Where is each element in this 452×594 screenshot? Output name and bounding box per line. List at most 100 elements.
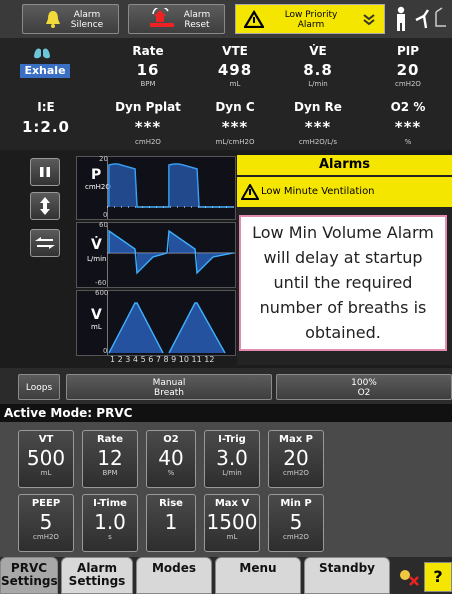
rate-value: 16 <box>136 61 160 79</box>
dyn-pplat-label: Dyn Pplat <box>115 100 181 114</box>
x-tick: 9 <box>171 355 177 364</box>
setting-max-p-label: Max P <box>279 434 313 445</box>
dyn-c-unit: mL/cmH2O <box>215 138 255 146</box>
x-tick: 6 <box>148 355 154 364</box>
setting-peep-unit: cmH2O <box>33 533 59 541</box>
tab-modes[interactable]: Modes <box>136 557 212 594</box>
setting-rate-label: Rate <box>96 434 123 445</box>
dyn-pplat-unit: cmH2O <box>135 138 161 146</box>
ie-value: 1:2.0 <box>21 118 70 136</box>
tab-menu[interactable]: Menu <box>215 557 301 594</box>
setting-o2-unit: % <box>167 469 175 477</box>
setting-i-time-value: 1.0 <box>94 510 126 534</box>
flow-ymin: -60 <box>95 279 107 287</box>
double-chevron-down-icon <box>363 14 375 26</box>
pressure-symbol: P <box>91 167 102 183</box>
x-tick: 12 <box>204 355 215 364</box>
active-alarm-text: Low Minute Ventilation <box>261 186 375 197</box>
low-priority-alarm-banner[interactable]: Low Priority Alarm <box>235 4 385 34</box>
scale-horizontal-button[interactable] <box>30 229 60 257</box>
setting-min-p-value: 5 <box>289 510 303 534</box>
setting-peep-value: 5 <box>39 510 53 534</box>
volume-trace <box>107 291 226 355</box>
pip-unit: cmH2O <box>395 80 421 88</box>
o2-boost-button[interactable]: 100% O2 <box>276 374 452 400</box>
setting-min-p-unit: cmH2O <box>283 533 309 541</box>
setting-max-p[interactable]: Max P 20 cmH2O <box>268 430 324 488</box>
patient-icon <box>397 6 405 31</box>
tab-prvc-settings[interactable]: PRVC Settings <box>0 557 58 594</box>
vte-unit: mL <box>229 80 241 88</box>
setting-max-v[interactable]: Max V 1500 mL <box>204 494 260 552</box>
x-tick: 2 <box>117 355 123 364</box>
flow-waveform: V̇ L/min 60 -60 <box>76 221 236 288</box>
o2-percent-unit: % <box>404 138 412 146</box>
breath-phase-indicator: Exhale <box>20 64 70 78</box>
vte-label: VTE <box>222 44 248 58</box>
active-alarm-row[interactable]: Low Minute Ventilation <box>237 177 452 207</box>
dyn-c-value: *** <box>221 118 249 136</box>
o2-percent-value: *** <box>394 118 422 136</box>
setting-min-p[interactable]: Min P 5 cmH2O <box>268 494 324 552</box>
flow-trace <box>107 223 235 287</box>
tab-prvc-label-2: Settings <box>1 574 58 588</box>
o2-boost-label-1: 100% <box>351 378 377 388</box>
alarm-panel: Alarms Low Minute Ventilation Low Min Vo… <box>237 155 452 365</box>
loops-button[interactable]: Loops <box>18 374 60 400</box>
pressure-trace <box>107 157 235 219</box>
pause-icon <box>40 167 50 177</box>
tab-alarm-label-2: Settings <box>68 574 126 588</box>
alarm-reset-icon <box>150 8 174 27</box>
tab-alarm-settings[interactable]: Alarm Settings <box>61 557 133 594</box>
freeze-button[interactable] <box>30 158 60 186</box>
setting-o2[interactable]: O2 40% <box>146 430 196 488</box>
setting-peep[interactable]: PEEP 5 cmH2O <box>18 494 74 552</box>
vertical-arrows-icon <box>40 197 50 215</box>
setting-max-p-value: 20 <box>283 446 309 470</box>
manual-breath-button[interactable]: Manual Breath <box>66 374 272 400</box>
dyn-c-label: Dyn C <box>215 100 255 114</box>
volume-waveform: V mL 600 0 <box>76 289 236 356</box>
x-tick: 10 <box>178 355 189 364</box>
x-tick: 1 <box>110 355 116 364</box>
help-button[interactable]: ? <box>424 562 452 592</box>
lungs-icon <box>34 45 50 59</box>
o2-boost-label-2: O2 <box>357 388 371 398</box>
setting-o2-value: 40 <box>158 446 184 470</box>
warning-triangle-icon <box>241 184 259 200</box>
pip-label: PIP <box>396 44 420 58</box>
alarm-reset-button[interactable]: Alarm Reset <box>128 4 225 34</box>
setting-max-p-unit: cmH2O <box>283 469 309 477</box>
manual-breath-label-1: Manual <box>152 378 186 388</box>
setting-vt-unit: mL <box>40 469 52 477</box>
tab-prvc-label-1: PRVC <box>10 561 48 575</box>
pip-value: 20 <box>396 61 420 79</box>
mute-alarm-status-icon <box>400 570 419 586</box>
ie-label: I:E <box>37 100 55 114</box>
tab-standby[interactable]: Standby <box>304 557 390 594</box>
x-tick: 7 <box>155 355 161 364</box>
dyn-pplat-value: *** <box>134 118 162 136</box>
volume-symbol: V <box>91 307 102 323</box>
alarm-silence-button[interactable]: Alarm Silence <box>22 4 119 34</box>
active-mode-title: Active Mode: PRVC <box>0 404 452 422</box>
setting-max-v-value: 1500 <box>206 510 258 534</box>
dyn-re-unit: cmH2O/L/s <box>298 138 338 146</box>
setting-vt-value: 500 <box>26 446 66 470</box>
setting-i-time[interactable]: I-Time 1.0 s <box>82 494 138 552</box>
bell-icon <box>46 11 60 28</box>
scale-vertical-button[interactable] <box>30 192 60 220</box>
setting-vt[interactable]: VT 500 mL <box>18 430 74 488</box>
setting-rate[interactable]: Rate 12 BPM <box>82 430 138 488</box>
alarm-silence-label-1: Alarm <box>73 10 101 20</box>
setting-rise[interactable]: Rise 1 <box>146 494 196 552</box>
setting-max-v-label: Max V <box>214 498 250 509</box>
o2-percent-label: O2 % <box>390 100 426 114</box>
pressure-waveform: P cmH2O 20 0 <box>76 155 236 220</box>
dyn-re-label: Dyn Re <box>294 100 342 114</box>
rate-label: Rate <box>132 44 164 58</box>
horizontal-arrows-icon <box>35 237 55 249</box>
monitored-parameters: Exhale Rate 16 BPM VTE 498 mL V̇E 8.8 L/… <box>0 38 452 150</box>
alarm-message: Low Min Volume Alarm will delay at start… <box>239 215 447 351</box>
setting-i-trig[interactable]: I-Trig 3.0 L/min <box>204 430 260 488</box>
